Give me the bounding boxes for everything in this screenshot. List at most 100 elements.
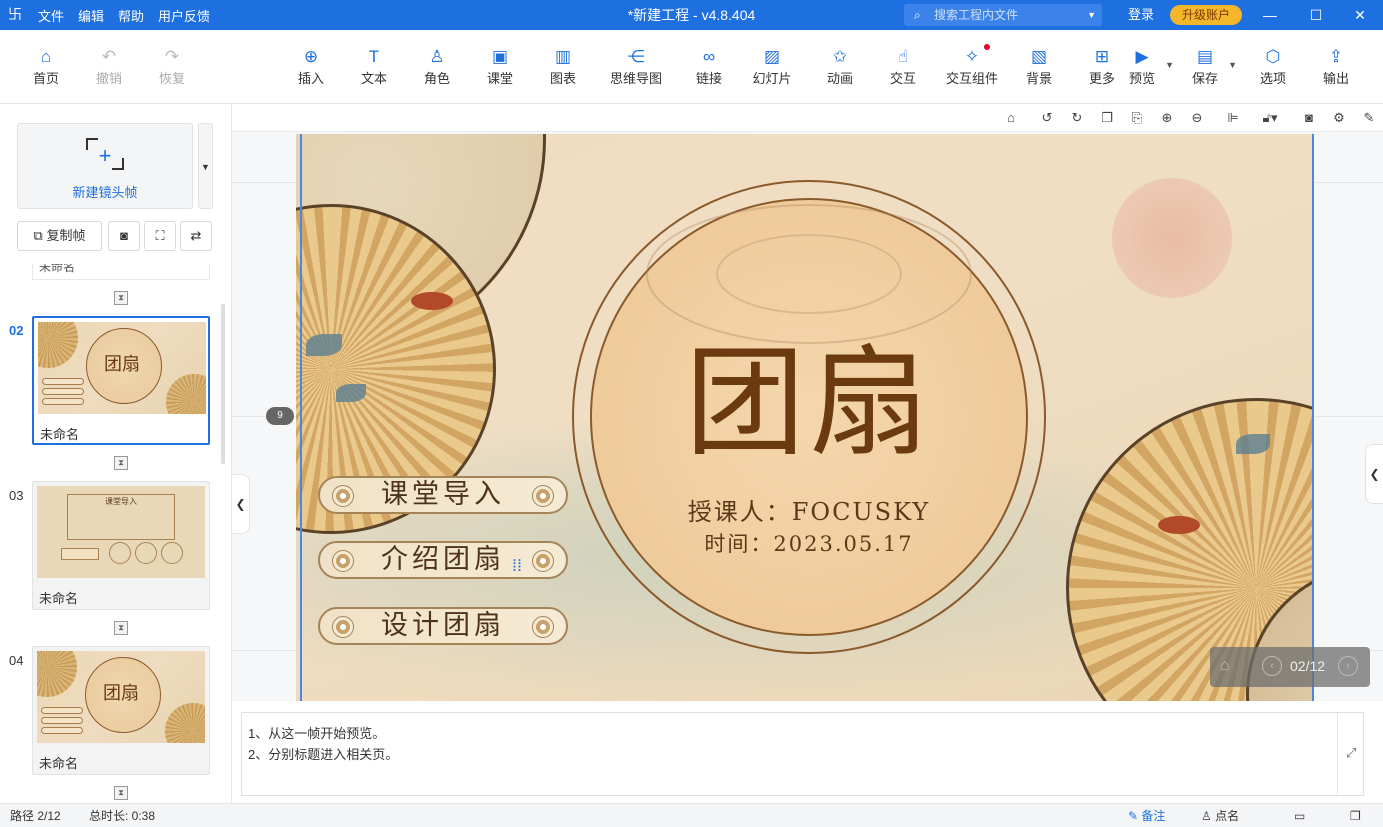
window-icon[interactable]: ❐: [1350, 804, 1361, 827]
copy-frame-button[interactable]: ⧉ 复制帧: [17, 221, 102, 251]
frame-thumbnail[interactable]: 课堂导入 未命名: [32, 481, 210, 610]
nav-button-design[interactable]: 设计团扇: [318, 607, 568, 645]
close-icon[interactable]: ✕: [1337, 0, 1383, 30]
slideshow-button[interactable]: ▨ 幻灯片: [742, 46, 802, 87]
teacher-text[interactable]: 授课人：FOCUSKY: [572, 492, 1046, 527]
frame-list-scrollbar[interactable]: [221, 304, 225, 464]
date-text[interactable]: 时间：2023.05.17: [572, 528, 1046, 558]
zoom-out-icon[interactable]: ⊖: [1188, 109, 1206, 127]
frame-fit-icon: ⛶: [155, 228, 165, 243]
collapse-left-panel-button[interactable]: ❮: [232, 474, 250, 534]
image-icon: ▨: [763, 47, 781, 66]
home-button[interactable]: ⌂ 首页: [16, 46, 76, 87]
zoom-in-icon[interactable]: ⊕: [1158, 109, 1176, 127]
role-button[interactable]: ♙ 角色: [407, 46, 467, 87]
save-button[interactable]: ▤ 保存 ▼: [1175, 46, 1237, 87]
frame-number: 04: [9, 653, 24, 668]
transition-icon[interactable]: ⧗: [114, 291, 128, 305]
menu-edit[interactable]: 编辑: [78, 6, 104, 25]
classroom-button[interactable]: ▣ 课堂: [470, 46, 530, 87]
copy-icon[interactable]: ❐: [1098, 109, 1116, 127]
nav-button-introduce[interactable]: 介绍团扇 ⁞⁞: [318, 541, 568, 579]
chart-button[interactable]: ▥ 图表: [533, 46, 593, 87]
maximize-icon[interactable]: ☐: [1293, 0, 1339, 30]
duration-status: 总时长: 0:38: [89, 809, 156, 823]
swap-frame-button[interactable]: ⇄: [180, 221, 212, 251]
expand-right-panel-button[interactable]: ❮: [1365, 444, 1383, 504]
paste-icon[interactable]: ⎘: [1128, 109, 1146, 127]
bar-chart-icon: ▥: [554, 47, 572, 66]
search-placeholder: 搜索工程内文件: [934, 8, 1019, 22]
canvas-area[interactable]: ⌂ ↺ ↻ ❐ ⎘ ⊕ ⊖ ⊫ 🔓︎▾ ◙ ⚙ ✎ 团扇 授课人：FOCUSKY…: [232, 104, 1383, 701]
login-button[interactable]: 登录: [1128, 0, 1154, 30]
lock-icon[interactable]: 🔓︎▾: [1256, 109, 1284, 127]
menu-help[interactable]: 帮助: [118, 6, 144, 25]
frame-thumbnail[interactable]: 团扇 未命名: [32, 316, 210, 445]
camera-icon[interactable]: ◙: [1300, 109, 1318, 127]
insert-button[interactable]: ⊕ 插入: [281, 46, 341, 87]
background-button[interactable]: ▧ 背景: [1009, 46, 1069, 87]
preview-button[interactable]: ▶ 预览 ▼: [1112, 46, 1174, 87]
nav-button-intro[interactable]: 课堂导入: [318, 476, 568, 514]
expand-icon[interactable]: ⤢: [1346, 745, 1356, 761]
chevron-down-icon[interactable]: ▼: [1165, 60, 1174, 70]
new-frame-button[interactable]: + 新建镜头帧: [17, 123, 193, 209]
home-view-icon[interactable]: ⌂: [1002, 109, 1020, 127]
search-input[interactable]: ⌕ 搜索工程内文件 ▼: [904, 4, 1102, 26]
link-button[interactable]: ∞ 链接: [679, 46, 739, 87]
snapshot-button[interactable]: ◙: [108, 221, 140, 251]
previous-icon[interactable]: ‹: [1262, 656, 1282, 676]
menu-feedback[interactable]: 用户反馈: [158, 6, 210, 25]
new-frame-dropdown[interactable]: ▼: [198, 123, 213, 209]
link-icon: ∞: [702, 47, 716, 66]
chevron-down-icon[interactable]: ▼: [1087, 4, 1096, 26]
chevron-down-icon[interactable]: ▼: [1228, 60, 1237, 70]
interaction-button[interactable]: ☝ 交互: [873, 46, 933, 87]
frame-thumbnail[interactable]: 团扇 未命名: [32, 646, 210, 775]
insert-label: 插入: [297, 71, 324, 86]
selection-edge[interactable]: [1312, 134, 1314, 701]
menu-file[interactable]: 文件: [38, 6, 64, 25]
options-label: 选项: [1259, 71, 1286, 86]
animation-button[interactable]: ✩ 动画: [810, 46, 870, 87]
notes-editor[interactable]: 1、从这一帧开始预览。 2、分别标题进入相关页。 ⤢: [241, 712, 1364, 796]
fit-frame-button[interactable]: ⛶: [144, 221, 176, 251]
leaf-decoration: [1236, 434, 1270, 454]
screen-icon[interactable]: ▭: [1294, 804, 1305, 827]
edit-icon[interactable]: ✎: [1360, 109, 1378, 127]
transition-icon[interactable]: ⧗: [114, 621, 128, 635]
rotate-left-icon[interactable]: ↺: [1038, 109, 1056, 127]
minimize-icon[interactable]: —: [1247, 0, 1293, 30]
upgrade-button[interactable]: 升级账户: [1170, 5, 1242, 25]
align-icon[interactable]: ⊫: [1224, 109, 1242, 127]
undo-button[interactable]: ↶ 撤销: [79, 46, 139, 87]
link-marker-icon[interactable]: ⁞⁞: [512, 549, 522, 583]
board-icon: ▣: [491, 47, 509, 66]
home-label: 首页: [32, 71, 59, 86]
options-button[interactable]: ⬡ 选项: [1243, 46, 1303, 87]
text-button[interactable]: T 文本: [344, 46, 404, 87]
previous-frame-label[interactable]: 未命名: [32, 264, 210, 280]
classroom-label: 课堂: [486, 71, 513, 86]
slide-canvas[interactable]: 团扇 授课人：FOCUSKY 时间：2023.05.17 课堂导入 介绍团扇 ⁞…: [296, 134, 1313, 701]
mindmap-button[interactable]: ⋲ 思维导图: [604, 46, 668, 87]
selection-edge[interactable]: [300, 134, 302, 701]
next-icon[interactable]: ›: [1338, 656, 1358, 676]
redo-button[interactable]: ↷ 恢复: [142, 46, 202, 87]
rollcall-label: 点名: [1215, 809, 1240, 823]
rotate-right-icon[interactable]: ↻: [1068, 109, 1086, 127]
export-button[interactable]: ⇪ 输出: [1306, 46, 1366, 87]
settings-icon[interactable]: ⚙: [1330, 109, 1348, 127]
rollcall-button[interactable]: ♙ 点名: [1201, 804, 1239, 827]
preview-label: 预览: [1128, 71, 1155, 86]
home-icon[interactable]: ⌂: [1220, 657, 1230, 675]
transition-icon[interactable]: ⧗: [114, 786, 128, 800]
interactive-widget-button[interactable]: ✧ 交互组件: [940, 44, 1004, 87]
notification-dot: [984, 44, 990, 50]
notes-toggle-button[interactable]: ✎ 备注: [1128, 804, 1165, 827]
transition-icon[interactable]: ⧗: [114, 456, 128, 470]
interaction-label: 交互: [889, 71, 916, 86]
notes-toggle-label: 备注: [1141, 809, 1166, 823]
path-number-badge[interactable]: 9: [266, 407, 294, 425]
slide-title[interactable]: 团扇: [572, 334, 1046, 474]
